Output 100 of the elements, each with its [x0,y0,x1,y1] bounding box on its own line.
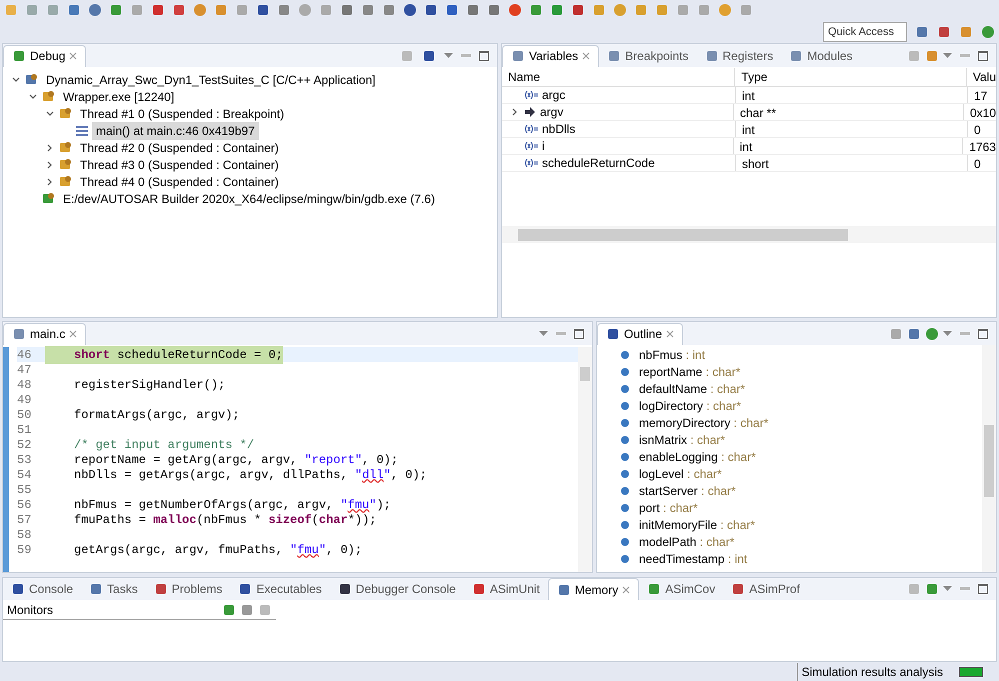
quick-access-field[interactable]: Quick Access [823,22,907,42]
vertical-scrollbar[interactable] [982,345,996,572]
column-header[interactable]: Name [502,68,734,86]
minimize-icon[interactable] [960,54,970,58]
toolbar-icon[interactable] [424,3,438,17]
toolbar-icon[interactable] [550,3,564,17]
minimize-icon[interactable] [556,332,566,336]
view-tab[interactable]: ASimUnit [464,578,548,600]
toolbar-icon[interactable] [88,3,102,17]
close-icon[interactable] [69,330,78,338]
toolbar-icon[interactable] [67,3,81,17]
vertical-scrollbar[interactable] [578,347,592,572]
toolbar-icon[interactable] [445,3,459,17]
toolbar-icon[interactable] [529,3,543,17]
toolbar-icon[interactable] [361,3,375,17]
close-icon[interactable] [582,52,590,60]
view-tab[interactable]: Executables [230,578,330,600]
view-tab[interactable]: Registers [696,44,782,66]
close-icon[interactable] [666,330,674,338]
outline-item[interactable]: memoryDirectory : char* [639,414,768,432]
minimize-icon[interactable] [960,332,970,336]
toolbar-icon[interactable] [172,3,186,17]
collapse-icon[interactable] [28,92,38,102]
minimize-icon[interactable] [960,587,970,591]
tree-item[interactable]: main() at main.c:46 0x419b97 [92,122,259,140]
toolbar-icon[interactable] [340,3,354,17]
outline-item[interactable]: reportName : char* [639,362,740,380]
collapse-icon[interactable] [45,108,55,118]
tree-item[interactable]: E:/dev/AUTOSAR Builder 2020x_X64/eclipse/mingw/bin/gdb.exe (7.6) [59,190,439,208]
view-menu-icon[interactable] [943,586,952,592]
outline-item[interactable]: startServer : char* [639,482,736,500]
tab-icon[interactable] [11,582,25,596]
view-tab[interactable]: Variables [502,44,600,66]
view-tab[interactable]: ASimProf [723,578,808,600]
outline-item[interactable]: logDirectory : char* [639,396,742,414]
horizontal-scrollbar[interactable] [502,226,996,243]
column-header[interactable]: Valu [966,68,996,86]
view-menu-icon[interactable] [943,330,952,336]
view-tab[interactable]: Debug [3,44,86,66]
outline-item[interactable]: needTimestamp : int [639,550,748,568]
toolbar-icon[interactable] [925,326,939,340]
view-tab[interactable]: Debugger Console [330,578,464,600]
tree-item[interactable]: Thread #4 0 (Suspended : Container) [76,172,283,190]
toolbar-icon[interactable] [256,3,270,17]
close-icon[interactable] [69,52,78,60]
close-icon[interactable] [622,586,630,594]
outline-item[interactable]: logLevel : char* [639,464,722,482]
tree-item[interactable]: Thread #3 0 (Suspended : Container) [76,156,283,174]
variable-name: nbDlls [542,121,576,138]
tree-item[interactable]: Thread #2 0 (Suspended : Container) [76,138,283,156]
tree-item[interactable]: Dynamic_Array_Swc_Dyn1_TestSuites_C [C/C++ Application] [42,70,380,88]
outline-item[interactable]: defaultName : char* [639,380,746,398]
variable-icon [524,125,538,133]
tab-icon[interactable] [154,582,168,596]
tree-item[interactable]: Thread #1 0 (Suspended : Breakpoint) [76,104,288,122]
variable-value: 0 [967,155,996,171]
view-tab[interactable]: main.c [3,322,86,344]
view-tab[interactable]: ASimCov [639,578,724,600]
outline-item[interactable]: isnMatrix : char* [639,430,726,448]
view-menu-icon[interactable] [943,52,952,58]
tab-icon[interactable] [238,582,252,596]
outline-item[interactable]: nbFmus : int [639,346,706,364]
view-tab[interactable]: Tasks [81,578,146,600]
toolbar-icon[interactable] [277,3,291,17]
view-tab[interactable]: Problems [146,578,230,600]
toolbar-icon[interactable] [466,3,480,17]
view-tab[interactable]: Breakpoints [599,44,697,66]
field-icon [621,384,629,392]
view-menu-icon[interactable] [444,52,453,58]
code-line: reportName = getArg(argc, argv, "report", 0); [73,452,398,468]
outline-item[interactable]: modelPath : char* [639,532,734,550]
tree-item[interactable]: Wrapper.exe [12240] [59,88,178,106]
outline-item[interactable]: port : char* [639,498,698,516]
toolbar-icon[interactable] [487,3,501,17]
view-tab[interactable]: Console [3,578,82,600]
toolbar-icon[interactable] [508,3,522,17]
view-tab[interactable]: Outline [597,322,684,344]
maximize-icon[interactable] [574,328,584,338]
maximize-icon[interactable] [479,50,489,60]
maximize-icon[interactable] [978,50,988,60]
outline-item[interactable]: enableLogging : char* [639,448,756,466]
tab-icon[interactable] [731,582,746,596]
view-menu-icon[interactable] [539,330,548,336]
tab-icon[interactable] [338,582,352,596]
toolbar-icon[interactable] [403,3,417,17]
toolbar-icon[interactable] [382,3,396,17]
toolbar-icon[interactable] [907,326,921,340]
view-tab[interactable]: Modules [781,44,861,66]
outline-item[interactable]: initMemoryFile : char* [639,516,756,534]
collapse-icon[interactable] [11,74,21,84]
minimize-icon[interactable] [461,54,471,58]
toolbar-icon[interactable] [571,3,585,17]
toolbar-icon[interactable] [109,3,123,17]
toolbar-icon[interactable] [925,582,939,596]
maximize-icon[interactable] [978,584,988,594]
toolbar-icon[interactable] [151,3,165,17]
view-tab[interactable]: Memory [548,578,640,600]
monitors-label: Monitors [7,602,54,618]
column-header[interactable]: Type [734,68,966,86]
maximize-icon[interactable] [978,328,988,338]
